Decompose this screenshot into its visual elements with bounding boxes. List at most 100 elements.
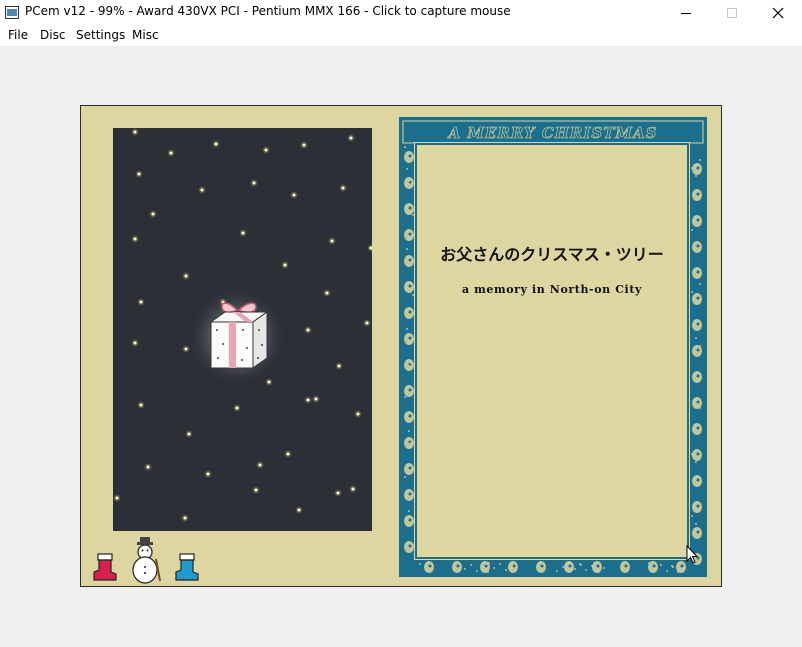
menu-settings[interactable]: Settings [76, 28, 125, 42]
border-ornament [410, 362, 412, 364]
night-sky-panel [113, 128, 372, 531]
star [241, 231, 245, 235]
border-ornament [696, 452, 700, 456]
border-ornament [408, 206, 412, 210]
border-ornament [404, 396, 406, 398]
border-ornament [408, 492, 412, 496]
star [151, 212, 155, 216]
maximize-button[interactable] [709, 0, 755, 27]
card-inner-panel: お父さんのクリスマス・ツリー a memory in North-on City [419, 147, 685, 555]
border-ornament [408, 310, 412, 314]
border-ornament [696, 218, 700, 222]
star [146, 465, 150, 469]
border-ornament [470, 564, 472, 566]
blue-boot-icon[interactable] [172, 552, 200, 582]
border-ornament [699, 407, 701, 409]
star [139, 403, 143, 407]
border-ornament [512, 564, 516, 568]
star [286, 452, 290, 456]
star [365, 321, 369, 325]
border-ornament [488, 562, 490, 564]
window-title: PCem v12 - 99% - Award 430VX PCI - Penti… [25, 4, 511, 18]
border-ornament [408, 430, 410, 432]
star [302, 143, 306, 147]
star [133, 237, 137, 241]
star [267, 380, 271, 384]
border-ornament [428, 564, 432, 568]
title-bar[interactable]: PCem v12 - 99% - Award 430VX PCI - Penti… [0, 0, 802, 27]
star [337, 364, 341, 368]
border-ornament [408, 510, 410, 512]
border-ornament [695, 461, 697, 463]
maximize-icon [727, 8, 737, 18]
card-header: A MERRY CHRISTMAS [448, 124, 658, 143]
star [297, 508, 301, 512]
snowman-icon[interactable] [130, 537, 162, 585]
border-ornament [556, 570, 558, 572]
border-ornament [672, 566, 674, 568]
border-ornament [691, 515, 693, 517]
emulator-screen[interactable]: A MERRY CHRISTMAS お父さんのクリスマス・ツリー a memor… [80, 105, 722, 587]
border-ornament [487, 571, 489, 573]
app-icon [5, 6, 19, 19]
menu-file[interactable]: File [8, 28, 28, 42]
border-ornament [404, 146, 406, 148]
star [115, 496, 119, 500]
minimize-button[interactable] [663, 0, 709, 27]
border-ornament [603, 567, 605, 569]
border-ornament [696, 270, 700, 274]
star [336, 491, 340, 495]
star [187, 432, 191, 436]
border-ornament [699, 221, 701, 223]
star [133, 130, 137, 134]
menu-bar: File Disc Settings Misc [0, 27, 802, 47]
star [200, 188, 204, 192]
menu-disc[interactable]: Disc [40, 28, 65, 42]
star [356, 412, 360, 416]
border-ornament [677, 571, 679, 573]
border-ornament [696, 296, 700, 300]
border-ornament [696, 348, 700, 352]
star [283, 263, 287, 267]
border-ornament [591, 565, 593, 567]
star [169, 151, 173, 155]
border-ornament [410, 282, 412, 284]
border-ornament [597, 571, 599, 573]
border-ornament [511, 565, 513, 567]
border-ornament [505, 569, 507, 571]
red-boot-icon[interactable] [90, 552, 118, 582]
star [258, 463, 262, 467]
christmas-card: A MERRY CHRISTMAS お父さんのクリスマス・ツリー a memor… [399, 117, 707, 577]
border-ornament [408, 232, 412, 236]
border-ornament [699, 345, 701, 347]
border-ornament [696, 530, 700, 534]
close-button[interactable] [755, 0, 801, 27]
border-ornament [408, 180, 410, 182]
border-ornament [562, 566, 564, 568]
border-ornament [464, 568, 466, 570]
border-ornament [568, 562, 570, 564]
border-ornament [499, 563, 501, 565]
border-ornament [695, 337, 697, 339]
star [264, 148, 268, 152]
border-ornament [695, 523, 697, 525]
mouse-cursor-icon [686, 545, 698, 564]
border-ornament [408, 388, 412, 392]
border-ornament [410, 442, 412, 444]
card-subtitle: a memory in North-on City [462, 283, 642, 296]
border-ornament [585, 569, 587, 571]
border-ornament [412, 544, 414, 546]
star [235, 406, 239, 410]
border-ornament [691, 229, 693, 231]
border-ornament [696, 426, 700, 430]
star [306, 398, 310, 402]
star [314, 397, 318, 401]
menu-misc[interactable]: Misc [132, 28, 159, 42]
star [292, 193, 296, 197]
border-ornament [696, 400, 700, 404]
border-ornament [696, 166, 700, 170]
star [206, 472, 210, 476]
border-ornament [696, 504, 700, 508]
border-ornament [408, 336, 412, 340]
border-ornament [408, 284, 412, 288]
